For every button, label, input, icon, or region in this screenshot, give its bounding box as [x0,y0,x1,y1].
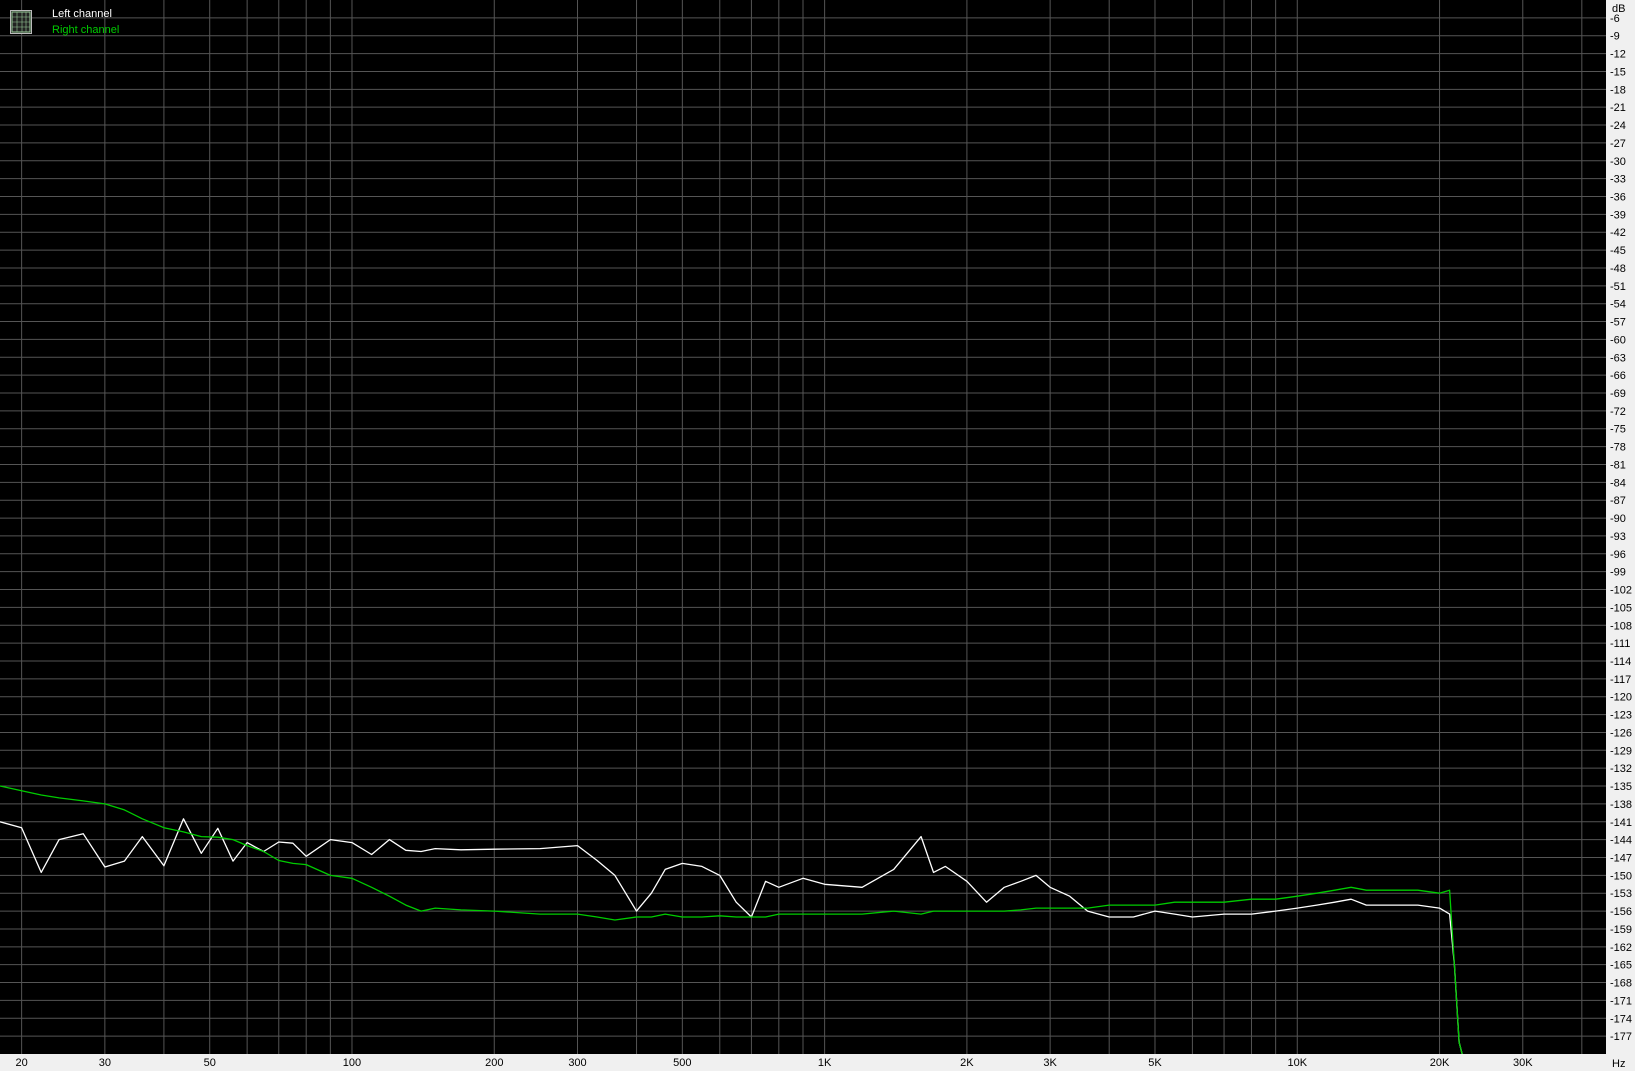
series-layer [0,785,1463,1054]
y-tick-label: -144 [1610,835,1632,847]
y-tick-label: -111 [1610,638,1630,650]
y-tick-label: -42 [1610,227,1626,239]
y-tick-label: -117 [1610,674,1631,686]
y-tick-label: -84 [1610,477,1626,489]
x-tick-label: 300 [568,1057,586,1069]
y-tick-label: -51 [1610,281,1626,293]
y-tick-label: -48 [1610,263,1626,275]
legend-left-channel: Left channel [52,8,112,20]
x-tick-label: 20 [16,1057,28,1069]
legend-right-channel: Right channel [52,24,120,36]
y-tick-label: -177 [1610,1031,1632,1043]
y-tick-label: -153 [1610,888,1632,900]
y-tick-label: -57 [1610,317,1626,329]
y-tick-label: -75 [1610,424,1626,436]
y-tick-label: -27 [1610,138,1626,150]
y-tick-label: -12 [1610,49,1626,61]
y-tick-label: -69 [1610,388,1626,400]
y-tick-label: -54 [1610,299,1626,311]
y-tick-label: -135 [1610,781,1632,793]
y-tick-label: -96 [1610,549,1626,561]
y-tick-label: -93 [1610,531,1626,543]
x-tick-label: 10K [1287,1057,1307,1069]
y-tick-label: -72 [1610,406,1626,418]
x-tick-label: 2K [960,1057,974,1069]
y-tick-label: -120 [1610,692,1632,704]
y-tick-label: -90 [1610,513,1626,525]
x-tick-label: 30K [1513,1057,1533,1069]
x-axis-label: Hz [1612,1058,1625,1070]
y-tick-label: -141 [1610,817,1632,829]
x-tick-label: 30 [99,1057,111,1069]
x-tick-label: 20K [1430,1057,1450,1069]
y-tick-label: -156 [1610,906,1632,918]
y-tick-label: -168 [1610,978,1632,990]
y-tick-label: -33 [1610,174,1626,186]
y-tick-label: -123 [1610,710,1632,722]
series-line-right-channel [0,785,1463,1054]
y-tick-label: -9 [1610,31,1620,43]
y-tick-label: -36 [1610,192,1626,204]
y-tick-label: -45 [1610,245,1626,257]
y-tick-label: -66 [1610,370,1626,382]
y-tick-label: -87 [1610,495,1626,507]
y-tick-label: -162 [1610,942,1632,954]
grid [0,0,1606,1054]
x-tick-label: 500 [673,1057,691,1069]
y-tick-label: -138 [1610,799,1632,811]
y-tick-label: -114 [1610,656,1631,668]
y-tick-label: -159 [1610,924,1632,936]
x-tick-label: 100 [343,1057,361,1069]
x-tick-label: 200 [485,1057,503,1069]
y-tick-label: -105 [1610,602,1632,614]
y-tick-label: -174 [1610,1013,1632,1025]
x-tick-label: 5K [1148,1057,1162,1069]
y-axis: dB -6-9-12-15-18-21-24-27-30-33-36-39-42… [1610,3,1632,1043]
spectrum-chart: dB -6-9-12-15-18-21-24-27-30-33-36-39-42… [0,0,1632,1070]
y-tick-label: -78 [1610,442,1626,454]
y-tick-label: -81 [1610,459,1626,471]
y-tick-label: -171 [1610,995,1632,1007]
y-tick-label: -132 [1610,763,1632,775]
y-tick-label: -18 [1610,84,1626,96]
y-tick-label: -30 [1610,156,1626,168]
x-tick-label: 50 [204,1057,216,1069]
y-tick-label: -15 [1610,66,1626,78]
x-axis: Hz 20 30 50 100 200 300 500 1K 2K 3K 5K 10K 20K 30K [16,1057,1626,1070]
spectrum-analyzer-icon[interactable] [10,10,32,34]
y-tick-label: -108 [1610,620,1632,632]
y-tick-label: -21 [1610,102,1626,114]
y-tick-label: -60 [1610,334,1626,346]
y-tick-label: -165 [1610,960,1632,972]
y-tick-label: -6 [1610,13,1620,25]
y-tick-label: -126 [1610,727,1632,739]
x-tick-label: 3K [1043,1057,1057,1069]
y-tick-label: -24 [1610,120,1626,132]
series-line-left-channel [0,818,1463,1054]
y-tick-label: -102 [1610,585,1632,597]
x-tick-label: 1K [818,1057,832,1069]
y-tick-label: -99 [1610,567,1626,579]
y-tick-label: -150 [1610,870,1632,882]
y-tick-label: -129 [1610,745,1632,757]
y-tick-label: -39 [1610,209,1626,221]
y-tick-label: -63 [1610,352,1626,364]
y-tick-label: -147 [1610,852,1632,864]
